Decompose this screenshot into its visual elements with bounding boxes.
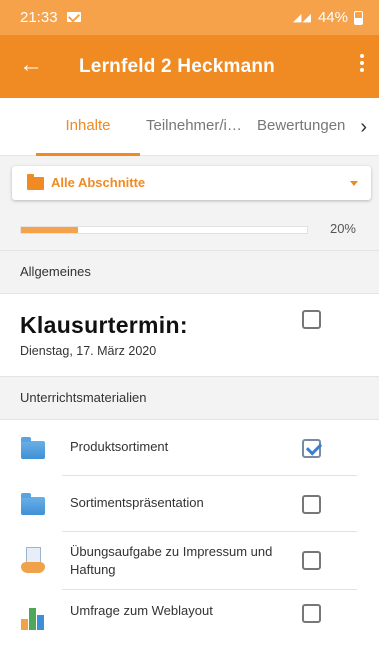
list-item-produktsortiment[interactable]: Produktsortiment <box>0 420 379 476</box>
course-progress-fill <box>21 227 79 233</box>
status-time: 21:33 <box>20 9 58 26</box>
signal-icon: ◢◢ <box>293 12 312 24</box>
item-subtitle: Dienstag, 17. März 2020 <box>20 344 157 358</box>
chevron-down-icon <box>350 181 358 186</box>
completion-checkbox-checked[interactable] <box>302 439 321 458</box>
list-item-klausurtermin[interactable]: Klausurtermin: Dienstag, 17. März 2020 <box>0 294 379 376</box>
item-label: Sortimentspräsentation <box>70 495 204 510</box>
completion-checkbox[interactable] <box>302 495 321 514</box>
completion-checkbox[interactable] <box>302 310 321 329</box>
assignment-icon <box>21 547 47 575</box>
course-content: Alle Abschnitte 20% Allgemeines Klausurt… <box>0 156 379 646</box>
section-dropdown[interactable]: Alle Abschnitte <box>12 166 371 200</box>
page-title: Lernfeld 2 Heckmann <box>79 56 275 77</box>
survey-chart-icon <box>21 606 45 630</box>
section-title: Allgemeines <box>20 264 91 279</box>
list-item-uebungsaufgabe[interactable]: Übungsaufgabe zu Impressum und Haftung <box>0 532 379 590</box>
section-header-unterrichtsmaterialien[interactable]: Unterrichtsmaterialien <box>0 376 379 420</box>
status-indicators: ◢◢ 44% <box>293 9 363 26</box>
tab-teilnehmer[interactable]: Teilnehmer/i… <box>146 98 249 156</box>
back-arrow-icon[interactable]: ← <box>19 53 43 77</box>
status-bar: 21:33 ◢◢ 44% <box>0 0 379 35</box>
item-title: Klausurtermin: <box>20 312 188 338</box>
section-header-allgemeines[interactable]: Allgemeines <box>0 250 379 294</box>
completion-checkbox[interactable] <box>302 551 321 570</box>
tab-inhalte[interactable]: Inhalte <box>36 98 140 156</box>
folder-icon <box>27 174 44 190</box>
item-label: Übungsaufgabe zu Impressum und Haftung <box>70 544 273 577</box>
list-item-sortimentspraesentation[interactable]: Sortimentspräsentation <box>0 476 379 532</box>
folder-icon <box>21 493 45 515</box>
app-bar: ← Lernfeld 2 Heckmann <box>0 35 379 98</box>
item-label: Produktsortiment <box>70 439 169 454</box>
message-icon <box>67 12 81 22</box>
tab-bewertungen[interactable]: Bewertungen <box>257 98 347 156</box>
section-title: Unterrichtsmaterialien <box>20 390 147 405</box>
tab-bar: Inhalte Teilnehmer/i… Bewertungen › <box>0 98 379 156</box>
item-label: Umfrage zum Weblayout <box>70 603 213 618</box>
chevron-right-icon[interactable]: › <box>360 116 367 139</box>
battery-level: 44% <box>317 9 348 26</box>
course-progress-bar <box>20 226 308 234</box>
more-vertical-icon[interactable] <box>359 54 365 78</box>
section-dropdown-value: Alle Abschnitte <box>51 175 146 190</box>
completion-checkbox[interactable] <box>302 604 321 623</box>
folder-icon <box>21 437 45 459</box>
battery-icon <box>354 10 363 25</box>
course-progress-label: 20% <box>329 221 356 236</box>
list-item-umfrage[interactable]: Umfrage zum Weblayout <box>0 590 379 646</box>
